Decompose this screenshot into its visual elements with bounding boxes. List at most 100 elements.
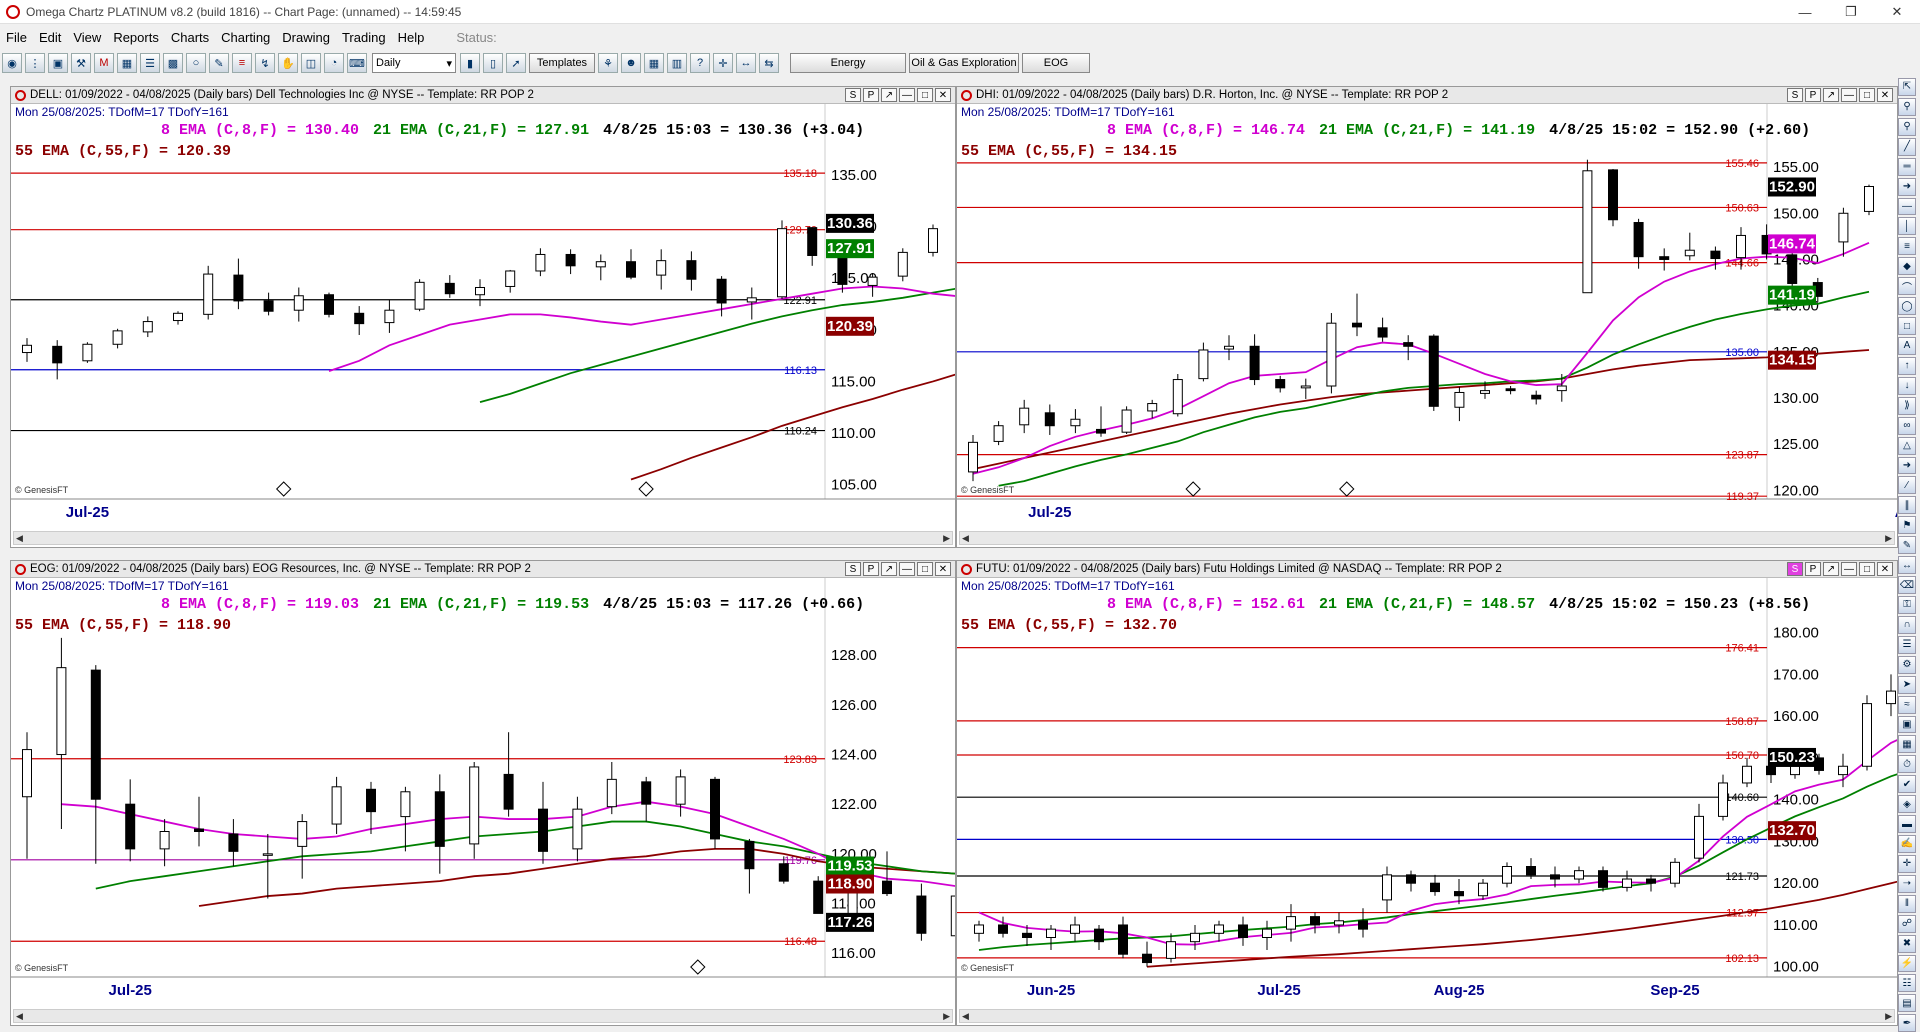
layers-icon[interactable]: ☰ — [1898, 635, 1916, 654]
arc-icon[interactable]: ⌒ — [1898, 277, 1916, 296]
pane-maximize-button[interactable]: □ — [917, 88, 933, 102]
wrench-icon[interactable]: ⚒ — [71, 53, 91, 73]
zoom-in-icon[interactable]: ⚲ — [1898, 97, 1916, 116]
pane-maximize-button[interactable]: □ — [1859, 88, 1875, 102]
p-button[interactable]: P — [1805, 88, 1821, 102]
crosshair-icon[interactable]: ✛ — [713, 53, 733, 73]
coins-icon[interactable]: ○ — [186, 53, 206, 73]
chart-icon[interactable]: ▤ — [1898, 994, 1916, 1013]
chart-pane-dell[interactable]: DELL: 01/09/2022 - 04/08/2025 (Daily bar… — [10, 86, 956, 548]
price-chart[interactable]: 155.00150.00145.00140.00135.00130.00125.… — [957, 104, 1897, 529]
scroll-right-icon[interactable]: ▶ — [1885, 1011, 1892, 1022]
lightning-icon[interactable]: ↯ — [255, 53, 275, 73]
pencil-icon[interactable]: ✎ — [209, 53, 229, 73]
menu-charts[interactable]: Charts — [165, 30, 215, 45]
ray-icon[interactable]: ➜ — [1898, 177, 1916, 196]
arrows-icon[interactable]: ⇆ — [759, 53, 779, 73]
crosshair-icon[interactable]: ✛ — [1898, 854, 1916, 873]
horizontal-line-icon[interactable]: — — [1898, 197, 1916, 216]
popout-icon[interactable]: ↗ — [881, 88, 897, 102]
pie-icon[interactable]: ◔ — [324, 53, 344, 73]
regression-icon[interactable]: ∕ — [1898, 476, 1916, 495]
person-icon[interactable]: ☻ — [621, 53, 641, 73]
menu-view[interactable]: View — [67, 30, 107, 45]
parallel-icon[interactable]: ‖ — [1898, 894, 1916, 913]
diamond-icon[interactable]: ◈ — [1898, 795, 1916, 814]
pane-maximize-button[interactable]: □ — [917, 562, 933, 576]
vertical-line-icon[interactable]: │ — [1898, 217, 1916, 236]
price-chart[interactable]: 180.00170.00160.00150.00140.00130.00120.… — [957, 578, 1897, 1007]
menu-charting[interactable]: Charting — [215, 30, 276, 45]
popout-icon[interactable]: ↗ — [881, 562, 897, 576]
pane-close-button[interactable]: ✕ — [1877, 562, 1893, 576]
pane-minimize-button[interactable]: — — [1841, 88, 1857, 102]
lock-icon[interactable]: ⚿ — [1898, 595, 1916, 614]
arrow-down-icon[interactable]: ↓ — [1898, 376, 1916, 395]
settings-icon[interactable]: ⚙ — [1898, 655, 1916, 674]
data-icon[interactable]: ▦ — [644, 53, 664, 73]
disk-icon[interactable]: ◫ — [301, 53, 321, 73]
horizontal-scrollbar[interactable]: ◀ ▶ — [13, 531, 953, 545]
triangle-icon[interactable]: △ — [1898, 436, 1916, 455]
label-icon[interactable]: ☍ — [1898, 914, 1916, 933]
eraser-icon[interactable]: ⌫ — [1898, 576, 1916, 594]
scroll-right-icon[interactable]: ▶ — [943, 1011, 950, 1022]
brush-icon[interactable]: ✍ — [1898, 835, 1916, 853]
question-icon[interactable]: ? — [690, 53, 710, 73]
scroll-right-icon[interactable]: ▶ — [943, 533, 950, 544]
pane-close-button[interactable]: ✕ — [935, 88, 951, 102]
p-button[interactable]: P — [1805, 562, 1821, 576]
s-button[interactable]: S — [1787, 88, 1803, 102]
candle-icon[interactable]: ▯ — [483, 53, 503, 73]
channel-icon[interactable]: ═ — [1898, 157, 1916, 176]
fib-icon[interactable]: ≡ — [1898, 237, 1916, 256]
ellipse-icon[interactable]: ◯ — [1898, 297, 1916, 316]
grid-icon[interactable]: ▦ — [1898, 735, 1916, 754]
scroll-left-icon[interactable]: ◀ — [962, 1011, 969, 1022]
rect-icon[interactable]: □ — [1898, 317, 1916, 335]
ruler-icon[interactable]: ↔ — [1898, 556, 1916, 575]
tab-energy[interactable]: Energy — [790, 53, 906, 73]
zigzag-icon[interactable]: ⚡ — [1898, 954, 1916, 973]
menu-edit[interactable]: Edit — [33, 30, 67, 45]
chart-pane-eog[interactable]: EOG: 01/09/2022 - 04/08/2025 (Daily bars… — [10, 560, 956, 1026]
chart-grid-icon[interactable]: ▥ — [667, 53, 687, 73]
speed-line-icon[interactable]: ➜ — [1898, 456, 1916, 475]
box-icon[interactable]: ▣ — [1898, 715, 1916, 734]
level-icon[interactable]: ▬ — [1898, 815, 1916, 834]
price-chart[interactable]: 128.00126.00124.00122.00120.00118.00116.… — [11, 578, 955, 1007]
stack-icon[interactable]: ☷ — [1898, 974, 1916, 993]
close-button[interactable]: ✕ — [1874, 0, 1920, 24]
scroll-right-icon[interactable]: ▶ — [1885, 533, 1892, 544]
pane-close-button[interactable]: ✕ — [935, 562, 951, 576]
menu-drawing[interactable]: Drawing — [276, 30, 336, 45]
wave-icon[interactable]: ≈ — [1898, 695, 1916, 714]
pane-minimize-button[interactable]: — — [899, 562, 915, 576]
s-button[interactable]: S — [845, 562, 861, 576]
grid-icon[interactable]: ▦ — [117, 53, 137, 73]
trendline-icon[interactable]: ╱ — [1898, 137, 1916, 156]
pane-minimize-button[interactable]: — — [899, 88, 915, 102]
bar-chart-icon[interactable]: ▮ — [460, 53, 480, 73]
ray2-icon[interactable]: ➝ — [1898, 874, 1916, 893]
marker-icon[interactable]: ✔ — [1898, 775, 1916, 794]
magnet-icon[interactable]: ∩ — [1898, 615, 1916, 634]
globe-icon[interactable]: ◉ — [2, 53, 22, 73]
hand-icon[interactable]: ✋ — [278, 53, 298, 73]
pen-icon[interactable]: ✒ — [1898, 1014, 1916, 1032]
delete-icon[interactable]: ✖ — [1898, 934, 1916, 953]
pitchfork-icon[interactable]: ⟫ — [1898, 396, 1916, 415]
popout-icon[interactable]: ↗ — [1823, 88, 1839, 102]
m-icon[interactable]: M — [94, 53, 114, 73]
price-chart[interactable]: 135.00130.00125.00120.00115.00110.00105.… — [11, 104, 955, 529]
menu-file[interactable]: File — [0, 30, 33, 45]
menu-help[interactable]: Help — [392, 30, 431, 45]
scroll-left-icon[interactable]: ◀ — [16, 533, 23, 544]
arrow-icon[interactable]: ⇱ — [1898, 78, 1916, 96]
pane-close-button[interactable]: ✕ — [1877, 88, 1893, 102]
horizontal-scrollbar[interactable]: ◀ ▶ — [959, 1009, 1895, 1023]
horizontal-scrollbar[interactable]: ◀ ▶ — [959, 531, 1895, 545]
cursor-icon[interactable]: ↔ — [736, 53, 756, 73]
fan-icon[interactable]: ➤ — [1898, 675, 1916, 694]
horizontal-scrollbar[interactable]: ◀ ▶ — [13, 1009, 953, 1023]
